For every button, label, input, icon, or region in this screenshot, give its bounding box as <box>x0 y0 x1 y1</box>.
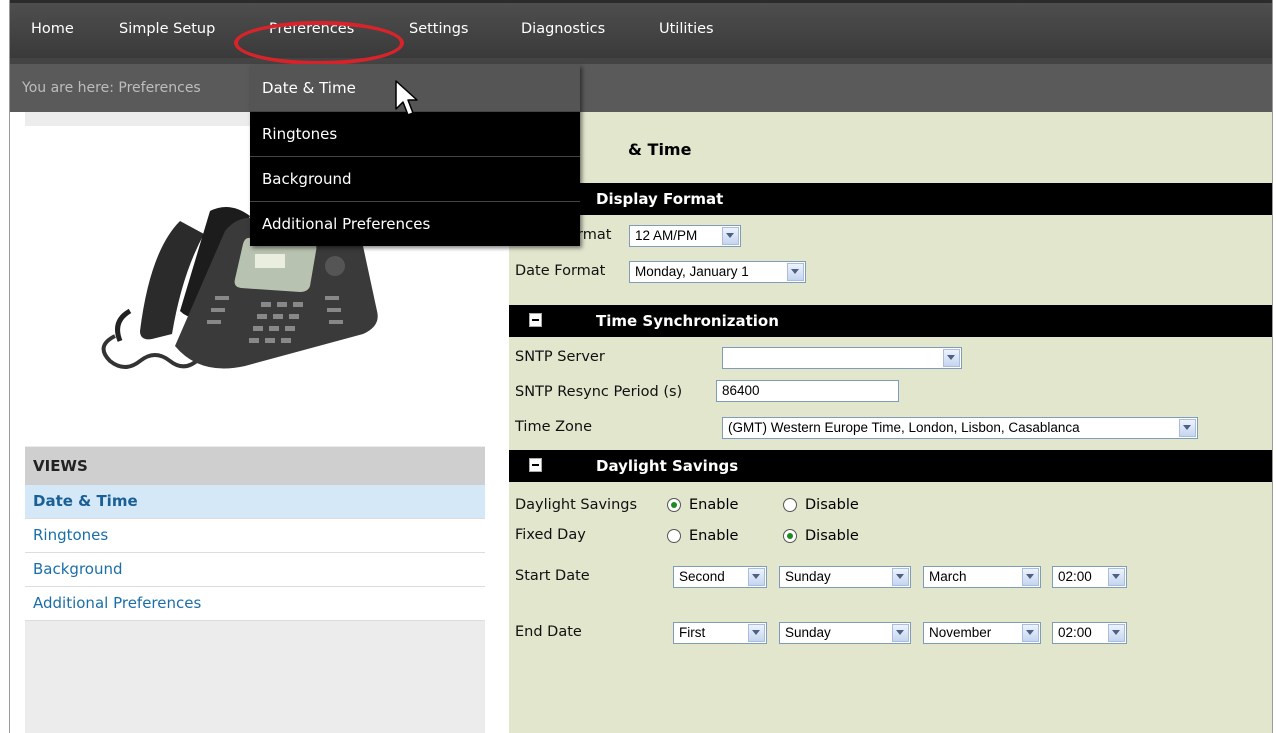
views-heading: VIEWS <box>25 447 485 485</box>
chevron-down-icon <box>1022 568 1039 586</box>
start-day-select[interactable]: Sunday <box>779 566 911 588</box>
chevron-down-icon <box>748 568 765 586</box>
daylight-savings-disable-label: Disable <box>805 497 859 513</box>
start-date-label: Start Date <box>515 568 590 584</box>
end-week-select[interactable]: First <box>673 622 767 644</box>
resync-period-input[interactable]: 86400 <box>716 380 899 402</box>
start-time-select[interactable]: 02:00 <box>1052 566 1127 588</box>
breadcrumb: You are here: Preferences <box>22 80 201 96</box>
end-day-value: Sunday <box>785 625 831 640</box>
section-time-synchronization: Time Synchronization <box>509 305 1272 337</box>
end-day-select[interactable]: Sunday <box>779 622 911 644</box>
section-daylight-savings: Daylight Savings <box>509 450 1272 482</box>
menu-item-additional-preferences[interactable]: Additional Preferences <box>250 202 580 246</box>
sntp-server-label: SNTP Server <box>515 349 605 365</box>
daylight-savings-enable-label: Enable <box>689 497 739 513</box>
chevron-down-icon <box>943 349 960 367</box>
resync-period-label: SNTP Resync Period (s) <box>515 384 683 400</box>
chevron-down-icon <box>787 263 804 281</box>
chevron-down-icon <box>892 624 909 642</box>
sntp-server-select[interactable] <box>722 347 962 369</box>
end-date-label: End Date <box>515 624 582 640</box>
time-zone-label: Time Zone <box>515 419 593 435</box>
section-title: Time Synchronization <box>596 312 779 330</box>
nav-home[interactable]: Home <box>18 3 87 58</box>
fixed-day-enable-label: Enable <box>689 528 739 544</box>
breadcrumb-bar: You are here: Preferences <box>10 64 1272 112</box>
start-week-value: Second <box>679 569 725 584</box>
sidebar-item-label: Date & Time <box>33 492 138 510</box>
chevron-down-icon <box>748 624 765 642</box>
time-format-select[interactable]: 12 AM/PM <box>629 225 741 247</box>
sidebar-item-label: Background <box>33 560 123 578</box>
daylight-savings-disable-radio[interactable] <box>783 498 797 512</box>
main-panel: & Time Display Format rmat 12 AM/PM Date… <box>509 112 1272 733</box>
nav-simple-setup[interactable]: Simple Setup <box>106 3 228 58</box>
sidebar-item-label: Additional Preferences <box>33 594 202 612</box>
sidebar-item-additional-preferences[interactable]: Additional Preferences <box>25 587 485 621</box>
start-month-select[interactable]: March <box>923 566 1041 588</box>
sidebar-item-label: Ringtones <box>33 526 109 544</box>
start-month-value: March <box>929 569 967 584</box>
chevron-down-icon <box>1179 419 1196 437</box>
chevron-down-icon <box>722 227 739 245</box>
time-format-label: rmat <box>577 227 612 243</box>
page-title: & Time <box>628 140 692 159</box>
nav-settings[interactable]: Settings <box>396 3 481 58</box>
collapse-icon[interactable] <box>529 458 542 472</box>
fixed-day-enable-radio[interactable] <box>667 529 681 543</box>
chevron-down-icon <box>1022 624 1039 642</box>
end-month-value: November <box>929 625 992 640</box>
nav-utilities[interactable]: Utilities <box>646 3 727 58</box>
end-time-value: 02:00 <box>1058 625 1092 640</box>
start-time-value: 02:00 <box>1058 569 1092 584</box>
fixed-day-disable-radio[interactable] <box>783 529 797 543</box>
time-zone-value: (GMT) Western Europe Time, London, Lisbo… <box>728 420 1080 435</box>
sidebar-item-ringtones[interactable]: Ringtones <box>25 519 485 553</box>
nav-diagnostics[interactable]: Diagnostics <box>508 3 618 58</box>
sidebar-item-background[interactable]: Background <box>25 553 485 587</box>
section-title: Display Format <box>596 190 724 208</box>
date-format-label: Date Format <box>515 263 606 279</box>
start-week-select[interactable]: Second <box>673 566 767 588</box>
fixed-day-label: Fixed Day <box>515 527 586 543</box>
views-heading-label: VIEWS <box>33 457 88 475</box>
collapse-icon[interactable] <box>529 313 542 327</box>
time-zone-select[interactable]: (GMT) Western Europe Time, London, Lisbo… <box>722 417 1198 439</box>
chevron-down-icon <box>892 568 909 586</box>
daylight-savings-label: Daylight Savings <box>515 497 638 513</box>
start-day-value: Sunday <box>785 569 831 584</box>
chevron-down-icon <box>1108 568 1125 586</box>
date-format-value: Monday, January 1 <box>635 264 749 279</box>
daylight-savings-enable-radio[interactable] <box>667 498 681 512</box>
end-time-select[interactable]: 02:00 <box>1052 622 1127 644</box>
menu-item-background[interactable]: Background <box>250 157 580 202</box>
time-format-value: 12 AM/PM <box>635 228 698 243</box>
fixed-day-disable-label: Disable <box>805 528 859 544</box>
browser-frame: Home Simple Setup Preferences Settings D… <box>9 0 1273 733</box>
nav-preferences[interactable]: Preferences <box>256 3 367 58</box>
mouse-pointer-icon <box>395 80 418 116</box>
date-format-select[interactable]: Monday, January 1 <box>629 261 806 283</box>
section-title: Daylight Savings <box>596 457 739 475</box>
chevron-down-icon <box>1108 624 1125 642</box>
sidebar-item-date-time[interactable]: Date & Time <box>25 485 485 519</box>
end-month-select[interactable]: November <box>923 622 1041 644</box>
end-week-value: First <box>679 625 706 640</box>
section-display-format: Display Format <box>509 183 1272 215</box>
main-nav: Home Simple Setup Preferences Settings D… <box>10 3 1272 58</box>
